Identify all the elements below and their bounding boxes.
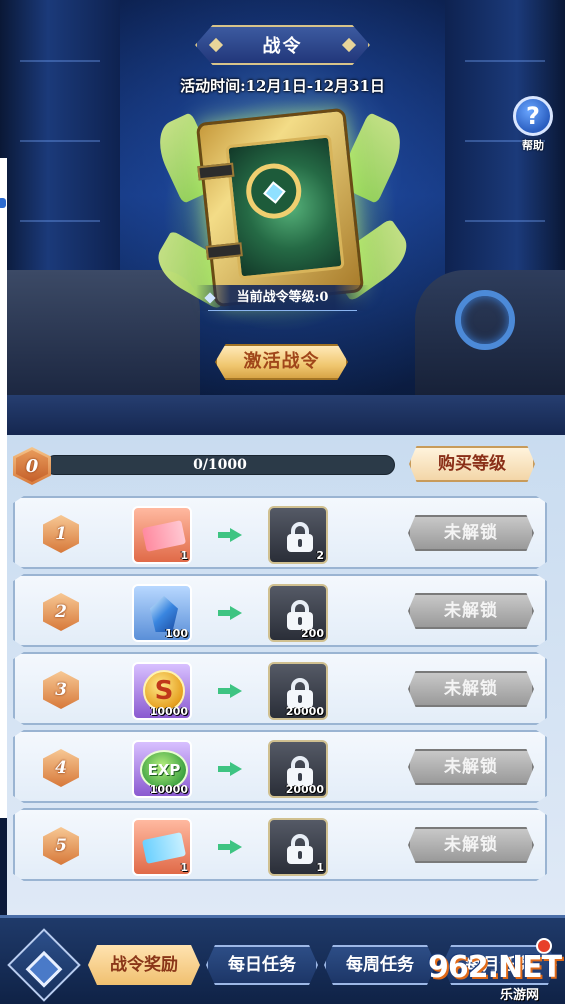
paid-reward-item-locked[interactable]: 2 [268,506,328,564]
tab-weekly-tasks[interactable]: 每周任务 [324,945,436,985]
level-number: 3 [55,680,67,700]
reward-quantity: 200 [301,627,324,640]
locked-status-button[interactable]: 未解锁 [408,827,534,863]
left-machine-decoration [0,270,200,400]
battle-pass-book-icon [195,107,365,308]
floor-decoration [0,395,565,435]
free-reward-item[interactable]: 1 [132,506,192,564]
level-badge-number: 0 [25,455,39,477]
lock-icon [287,600,313,630]
reward-row: 5 1 1 未解锁 [13,808,547,881]
question-mark-icon: ? [513,96,553,136]
level-number: 5 [55,836,67,856]
page-title: 战令 [195,25,370,65]
watermark-site-name: 乐游网 [500,988,540,1003]
arrow-right-icon [218,528,244,542]
progress-text: 0/1000 [193,457,247,473]
lock-icon [287,678,313,708]
ticket-icon [141,520,187,552]
arrow-right-icon [218,840,244,854]
reward-quantity: 1 [180,861,188,874]
level-number: 4 [55,758,67,778]
watermark-logo-text: 962.NET [428,950,562,985]
reward-quantity: 20000 [285,705,324,718]
reward-quantity: 20000 [285,783,324,796]
event-time: 活动时间:12月1日-12月31日 [180,77,385,95]
reward-quantity: 2 [316,549,324,562]
lock-icon [287,834,313,864]
level-number: 1 [55,524,67,544]
level-progress-bar: 0/1000 [45,455,395,475]
reward-quantity: 10000 [149,783,188,796]
reward-row: 1 1 2 未解锁 [13,496,547,569]
locked-status-button[interactable]: 未解锁 [408,515,534,551]
reward-list[interactable]: 1 1 2 未解锁 2 100 200 未解锁 3 S 10000 20000 … [13,496,550,899]
level-progress-row: 0/1000 0 购买等级 [7,437,557,493]
bottom-nav: 战令奖励 每日任务 每周任务 每月任务 962.NET 乐游网 [0,915,565,1004]
help-label: 帮助 [522,139,544,152]
level-badge: 0 [13,447,51,485]
level-number-badge: 5 [43,827,79,865]
battle-pass-scene: 战令 活动时间:12月1日-12月31日 ? 帮助 当前战令等级:0 激活战令 [0,0,565,435]
arrow-right-icon [218,762,244,776]
paid-reward-item-locked[interactable]: 1 [268,818,328,876]
paid-reward-item-locked[interactable]: 20000 [268,662,328,720]
level-number-badge: 3 [43,671,79,709]
lock-icon [287,522,313,552]
locked-status-button[interactable]: 未解锁 [408,749,534,785]
reward-quantity: 100 [165,627,188,640]
reward-row: 4 EXP 10000 20000 未解锁 [13,730,547,803]
buy-level-button[interactable]: 购买等级 [409,446,535,482]
left-edge-strip [0,158,7,818]
paid-reward-item-locked[interactable]: 20000 [268,740,328,798]
free-reward-item[interactable]: 100 [132,584,192,642]
level-number-badge: 1 [43,515,79,553]
lock-icon [287,756,313,786]
right-machine-decoration [415,270,565,400]
free-reward-item[interactable]: EXP 10000 [132,740,192,798]
reward-row: 2 100 200 未解锁 [13,574,547,647]
reward-quantity: 1 [316,861,324,874]
menu-diamond-icon[interactable] [7,928,81,1002]
help-button[interactable]: ? 帮助 [510,96,556,154]
reward-row: 3 S 10000 20000 未解锁 [13,652,547,725]
ticket-icon [141,832,187,864]
locked-status-button[interactable]: 未解锁 [408,593,534,629]
free-reward-item[interactable]: S 10000 [132,662,192,720]
arrow-right-icon [218,684,244,698]
tab-pass-rewards[interactable]: 战令奖励 [88,945,200,985]
page-title-text: 战令 [262,36,303,57]
tab-daily-tasks[interactable]: 每日任务 [206,945,318,985]
watermark-logo: 962.NET 乐游网 [428,950,562,1003]
reward-quantity: 10000 [149,705,188,718]
current-pass-level: 当前战令等级:0 [196,285,369,311]
level-number-badge: 2 [43,593,79,631]
level-number: 2 [55,602,67,622]
free-reward-item[interactable]: 1 [132,818,192,876]
level-number-badge: 4 [43,749,79,787]
locked-status-button[interactable]: 未解锁 [408,671,534,707]
reward-quantity: 1 [180,549,188,562]
activate-pass-button[interactable]: 激活战令 [215,344,348,380]
arrow-right-icon [218,606,244,620]
paid-reward-item-locked[interactable]: 200 [268,584,328,642]
